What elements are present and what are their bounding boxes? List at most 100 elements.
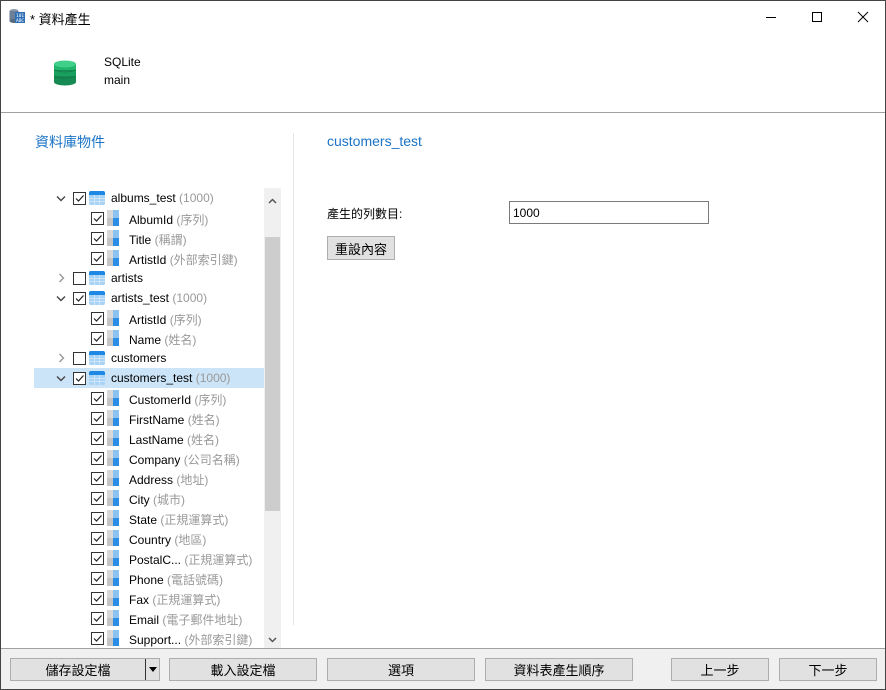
checkbox[interactable] [91,492,104,505]
tree-column-row[interactable]: Address (地址) [34,468,264,488]
collapse-toggle[interactable] [55,372,67,384]
column-icon [107,250,123,266]
item-name: Phone [129,573,164,587]
item-name: Email [129,613,160,627]
checkbox[interactable] [91,512,104,525]
tree-table-row[interactable]: customers [34,348,264,368]
tree-item-label: PostalC... (正規運算式) [129,551,252,568]
expand-toggle[interactable] [55,272,67,284]
checkbox[interactable] [73,352,86,365]
column-icon [107,630,123,646]
tree-column-row[interactable]: ArtistId (序列) [34,308,264,328]
checkbox[interactable] [91,552,104,565]
table-icon [89,290,105,306]
checkbox[interactable] [91,312,104,325]
tree-column-row[interactable]: FirstName (姓名) [34,408,264,428]
tree-item-label: ArtistId (外部索引鍵) [129,251,238,268]
expand-toggle[interactable] [55,352,67,364]
tree-table-row[interactable]: customers_test (1000) [34,368,264,388]
checkbox[interactable] [91,252,104,265]
table-icon [89,190,105,206]
column-icon [107,490,123,506]
item-description: (城市) [153,493,186,507]
tree-item-label: Email (電子郵件地址) [129,611,242,628]
tree-item-label: ArtistId (序列) [129,311,202,328]
scroll-down-button[interactable] [264,631,281,648]
tree-column-row[interactable]: Phone (電話號碼) [34,568,264,588]
item-name: ArtistId [129,253,167,267]
panel-divider [293,133,294,625]
checkbox[interactable] [73,372,86,385]
tree-column-row[interactable]: Name (姓名) [34,328,264,348]
collapse-toggle[interactable] [55,292,67,304]
tree-column-row[interactable]: State (正規運算式) [34,508,264,528]
reset-button[interactable]: 重設內容 [327,236,395,260]
collapse-toggle[interactable] [55,192,67,204]
checkbox[interactable] [91,572,104,585]
tree-table-row[interactable]: albums_test (1000) [34,188,264,208]
minimize-icon [766,17,776,18]
tree-column-row[interactable]: Fax (正規運算式) [34,588,264,608]
column-icon [107,330,123,346]
object-tree: albums_test (1000) AlbumId (序列) Title (稱謂)… [34,188,264,648]
checkbox[interactable] [91,212,104,225]
item-name: Fax [129,593,150,607]
tree-table-row[interactable]: artists [34,268,264,288]
checkbox[interactable] [73,192,86,205]
tree-column-row[interactable]: LastName (姓名) [34,428,264,448]
tree-column-row[interactable]: ArtistId (外部索引鍵) [34,248,264,268]
tree-item-label: CustomerId (序列) [129,391,226,408]
rows-count-input[interactable] [509,201,709,224]
options-button[interactable]: 選項 [327,658,475,681]
load-profile-button[interactable]: 載入設定檔 [169,658,317,681]
next-button[interactable]: 下一步 [779,658,877,681]
checkbox[interactable] [91,232,104,245]
checkbox[interactable] [91,332,104,345]
scroll-thumb[interactable] [265,237,280,511]
item-name: Country [129,533,172,547]
checkbox[interactable] [91,392,104,405]
back-button[interactable]: 上一步 [671,658,769,681]
tree-column-row[interactable]: Country (地區) [34,528,264,548]
checkbox[interactable] [91,432,104,445]
maximize-icon [812,12,822,22]
tree-column-row[interactable]: City (城市) [34,488,264,508]
checkbox[interactable] [91,452,104,465]
item-name: Title [129,233,152,247]
close-button[interactable] [840,1,886,33]
tree-item-label: Support... (外部索引鍵) [129,631,252,648]
item-name: customers [111,351,167,365]
checkbox[interactable] [91,592,104,605]
table-icon [89,270,105,286]
save-profile-button[interactable]: 儲存設定檔 [10,658,160,681]
tree-table-row[interactable]: artists_test (1000) [34,288,264,308]
close-icon [857,11,869,23]
tree-scrollbar[interactable] [264,188,281,648]
checkbox[interactable] [91,632,104,645]
tree-column-row[interactable]: Company (公司名稱) [34,448,264,468]
tree-column-row[interactable]: Support... (外部索引鍵) [34,628,264,648]
tree-column-row[interactable]: Title (稱謂) [34,228,264,248]
checkbox[interactable] [91,472,104,485]
column-icon [107,550,123,566]
tree-column-row[interactable]: CustomerId (序列) [34,388,264,408]
item-name: albums_test [111,191,176,205]
checkbox[interactable] [91,532,104,545]
tree-item-label: AlbumId (序列) [129,211,208,228]
column-icon [107,310,123,326]
tree-column-row[interactable]: PostalC... (正規運算式) [34,548,264,568]
save-profile-dropdown[interactable] [145,659,159,680]
checkbox[interactable] [73,272,86,285]
minimize-button[interactable] [748,1,794,33]
scroll-up-button[interactable] [264,192,281,209]
item-description: (電話號碼) [167,573,224,587]
checkbox[interactable] [91,612,104,625]
tree-column-row[interactable]: AlbumId (序列) [34,208,264,228]
checkbox[interactable] [91,412,104,425]
table-order-button[interactable]: 資料表產生順序 [485,658,633,681]
tree-column-row[interactable]: Email (電子郵件地址) [34,608,264,628]
checkbox[interactable] [73,292,86,305]
maximize-button[interactable] [794,1,840,33]
item-description: (電子郵件地址) [162,613,243,627]
tree-item-label: FirstName (姓名) [129,411,220,428]
